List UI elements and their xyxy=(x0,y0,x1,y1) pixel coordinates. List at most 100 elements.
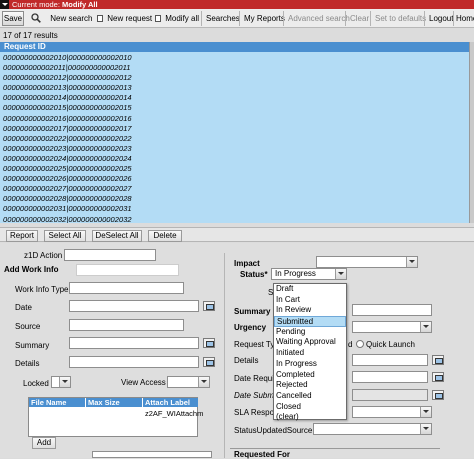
status-updated-source-select[interactable] xyxy=(313,423,432,435)
column-header-request-id[interactable]: Request ID xyxy=(0,42,469,52)
source-label: Source xyxy=(15,322,41,331)
quick-launch-radio[interactable] xyxy=(356,340,364,348)
modify-all-button[interactable]: Modify all xyxy=(155,11,199,26)
details-field-right[interactable] xyxy=(352,354,428,366)
delete-button[interactable]: Delete xyxy=(148,230,182,242)
toolbar-divider xyxy=(345,11,346,26)
table-row[interactable]: 000000000002023|000000000002023 xyxy=(0,144,469,154)
status-option[interactable]: In Cart xyxy=(274,295,346,306)
source-field[interactable] xyxy=(69,319,184,331)
results-table: Request ID 000000000002010|0000000000020… xyxy=(0,42,470,223)
attach-header-max-size[interactable]: Max Size xyxy=(86,398,142,407)
request-type-tail: d xyxy=(348,340,353,349)
searches-menu[interactable]: Searches xyxy=(206,11,240,26)
view-access-select[interactable] xyxy=(167,376,210,388)
report-button[interactable]: Report xyxy=(6,230,38,242)
section-divider xyxy=(230,448,440,449)
table-row[interactable]: 000000000002022|000000000002022 xyxy=(0,134,469,144)
status-option[interactable]: Closed xyxy=(274,402,346,413)
advanced-search-link[interactable]: Advanced search xyxy=(288,11,350,26)
table-row[interactable]: 000000000002024|000000000002024 xyxy=(0,154,469,164)
summary-field-left[interactable] xyxy=(69,337,199,349)
add-attachment-button[interactable]: Add xyxy=(32,437,56,449)
date-field[interactable] xyxy=(69,300,199,312)
select-all-button[interactable]: Select All xyxy=(44,230,86,242)
deselect-all-button[interactable]: DeSelect All xyxy=(92,230,142,242)
mode-indicator: Current mode: Modify All xyxy=(12,0,98,9)
table-row[interactable]: 000000000002011|000000000002011 xyxy=(0,63,469,73)
table-row[interactable]: 000000000002013|000000000002013 xyxy=(0,83,469,93)
status-option[interactable]: Completed xyxy=(274,370,346,381)
z1d-action-label: z1D Action xyxy=(24,251,63,260)
impact-label: Impact xyxy=(234,259,260,268)
home-link[interactable]: Home xyxy=(456,11,474,26)
new-search-button[interactable]: New search xyxy=(31,11,92,26)
table-row[interactable]: 000000000002014|000000000002014 xyxy=(0,93,469,103)
my-reports-menu[interactable]: My Reports xyxy=(244,11,285,26)
attach-header-attach-label[interactable]: Attach Label xyxy=(143,398,198,407)
calendar-icon[interactable] xyxy=(432,372,444,382)
z1d-action-field[interactable] xyxy=(64,249,156,261)
mode-bar: Current mode: Modify All xyxy=(0,0,474,9)
scrollbar-thumb[interactable] xyxy=(470,42,474,223)
quick-launch-label: Quick Launch xyxy=(366,340,415,349)
table-row[interactable]: 000000000002016|000000000002016 xyxy=(0,114,469,124)
status-option[interactable]: In Progress xyxy=(274,359,346,370)
details-field-left[interactable] xyxy=(69,356,199,368)
sla-responded-select[interactable] xyxy=(352,406,432,418)
logout-link[interactable]: Logout xyxy=(429,11,453,26)
status-select[interactable]: In Progress xyxy=(271,268,347,280)
dropdown-arrow-icon xyxy=(335,269,346,279)
status-option[interactable]: Initiated xyxy=(274,348,346,359)
work-info-type-field[interactable] xyxy=(69,282,184,294)
new-request-button[interactable]: New request xyxy=(97,11,152,26)
bottom-left-field[interactable] xyxy=(92,451,212,458)
table-row[interactable]: 000000000002015|000000000002015 xyxy=(0,103,469,113)
status-option[interactable]: Cancelled xyxy=(274,391,346,402)
status-option[interactable]: Draft xyxy=(274,284,346,295)
urgency-select[interactable] xyxy=(352,321,432,333)
status-option[interactable]: Rejected xyxy=(274,380,346,391)
status-option[interactable]: Submitted xyxy=(274,316,346,327)
status-label: Status* xyxy=(240,270,268,279)
expand-text-icon[interactable] xyxy=(432,355,444,365)
results-scrollbar[interactable] xyxy=(470,42,474,223)
table-row[interactable]: 000000000002012|000000000002012 xyxy=(0,73,469,83)
calendar-icon[interactable] xyxy=(203,301,215,311)
status-option[interactable]: (clear) xyxy=(274,412,346,423)
toolbar-divider xyxy=(424,11,425,26)
table-row[interactable]: 000000000002028|000000000002028 xyxy=(0,194,469,204)
calendar-icon[interactable] xyxy=(432,390,444,400)
status-option[interactable]: Pending xyxy=(274,327,346,338)
date-submitted-field xyxy=(352,389,428,401)
clear-link[interactable]: Clear xyxy=(350,11,369,26)
status-option[interactable]: In Review xyxy=(274,305,346,316)
table-row[interactable]: 000000000002017|000000000002017 xyxy=(0,124,469,134)
dropdown-arrow-icon xyxy=(420,424,431,434)
date-required-field[interactable] xyxy=(352,371,428,383)
table-row[interactable]: 000000000002010|000000000002010 xyxy=(0,53,469,63)
attach-header-file-name[interactable]: File Name xyxy=(29,398,85,407)
set-to-defaults-link[interactable]: Set to defaults xyxy=(375,11,426,26)
attach-cell[interactable]: z2AF_WIAttachm xyxy=(145,409,203,418)
status-option[interactable]: Waiting Approval xyxy=(274,337,346,348)
expand-text-icon[interactable] xyxy=(203,357,215,367)
collapse-arrow-icon[interactable] xyxy=(0,0,9,9)
table-row[interactable]: 000000000002027|000000000002027 xyxy=(0,184,469,194)
impact-select[interactable] xyxy=(316,256,418,268)
table-row[interactable]: 000000000002026|000000000002026 xyxy=(0,174,469,184)
expand-text-icon[interactable] xyxy=(203,338,215,348)
summary-label-left: Summary xyxy=(15,341,50,350)
status-value: In Progress xyxy=(275,269,316,278)
table-row[interactable]: 000000000002031|000000000002031 xyxy=(0,204,469,214)
toolbar-divider xyxy=(453,11,454,26)
dropdown-arrow-icon xyxy=(420,322,431,332)
locked-select[interactable] xyxy=(51,376,71,388)
details-label-right: Details xyxy=(234,356,259,365)
status-dropdown-list[interactable]: Draft In Cart In Review Submitted Pending Wai… xyxy=(273,283,347,423)
table-row[interactable]: 000000000002025|000000000002025 xyxy=(0,164,469,174)
new-document-icon xyxy=(97,15,103,22)
table-row[interactable]: 000000000002032|000000000002032 xyxy=(0,215,469,224)
summary-field-right[interactable] xyxy=(352,304,432,316)
save-button[interactable]: Save xyxy=(2,11,24,26)
